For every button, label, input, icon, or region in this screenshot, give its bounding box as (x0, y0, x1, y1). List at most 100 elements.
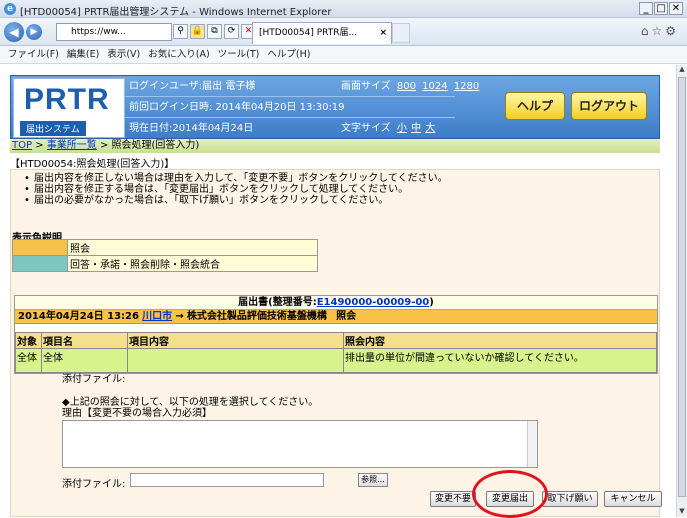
breadcrumb-top[interactable]: TOP (12, 140, 32, 151)
page-scrollbar[interactable]: ▲ ▼ (676, 65, 687, 517)
address-text: https://ww... (71, 27, 126, 37)
minimize-button[interactable]: _ (639, 2, 653, 15)
cell-item: 全体 (41, 348, 128, 373)
response-header-label: 届出書(整理番号: (238, 297, 317, 308)
breadcrumb-office-list[interactable]: 事業所一覧 (47, 140, 97, 151)
menu-help[interactable]: ヘルプ(H) (263, 46, 314, 63)
cell-content (127, 348, 344, 373)
browser-icons: ⌂☆⚙ (641, 24, 679, 38)
col-item: 項目名 (41, 332, 128, 349)
login-user: ログインユーザ:届出 電子様 (129, 81, 256, 92)
home-icon[interactable]: ⌂ (641, 24, 652, 38)
file-label: 添付ファイル: (62, 479, 126, 490)
address-toolbar: ◀ ▶ https://ww... ⚲ 🔒 ⧉ ⟳ ✕ [HTD00054] P… (0, 18, 687, 46)
logo-subtitle: 届出システム (20, 121, 86, 136)
response-header: 届出書(整理番号:E1490000-00009-00) (15, 296, 657, 310)
tab-title: [HTD00054] PRTR届... (259, 28, 358, 38)
menu-edit[interactable]: 編集(E) (63, 46, 103, 63)
breadcrumb-sep: > (96, 140, 112, 151)
current-date: 現在日付:2014年04月24日 (129, 123, 254, 134)
response-header-close: ) (429, 297, 434, 308)
font-size-large[interactable]: 大 (425, 123, 435, 134)
instruction-line: ◆上記の照会に対して、以下の処理を選択してください。 (62, 397, 319, 408)
menu-tools[interactable]: ツール(T) (214, 46, 264, 63)
screen-size-1280[interactable]: 1280 (454, 81, 479, 92)
inquiry-arrow: → (175, 311, 184, 322)
favorites-icon[interactable]: ☆ (651, 24, 665, 38)
logout-button[interactable]: ログアウト (571, 92, 647, 120)
font-size-selector: 文字サイズ 小 中 大 (341, 119, 435, 138)
tab-close-icon[interactable]: × (379, 23, 387, 43)
font-size-label: 文字サイズ (341, 123, 391, 134)
reason-textarea[interactable] (62, 420, 538, 468)
window-titlebar: e [HTD00054] PRTR届出管理システム - Windows Inte… (0, 0, 687, 18)
prtr-logo: PRTR 届出システム (13, 78, 125, 138)
help-button[interactable]: ヘルプ (505, 92, 565, 120)
file-input[interactable] (130, 473, 324, 487)
inquiry-grid: 対象 項目名 項目内容 照会内容 全体 全体 排出量の単位が間違っていないか確認… (15, 332, 657, 373)
search-icon[interactable]: ⚲ (173, 24, 188, 39)
last-login: 前回ログイン日時: 2014年04月20日 13:30:19 (129, 102, 345, 113)
attachment-label: 添付ファイル: (62, 374, 126, 385)
instruction-text: ◆上記の照会に対して、以下の処理を選択してください。 理由【変更不要の場合入力必… (62, 397, 318, 419)
menu-favorites[interactable]: お気に入り(A) (144, 46, 213, 63)
highlight-circle (472, 470, 548, 518)
inquiry-to: 株式会社製品評価技術基盤機構 (186, 311, 327, 322)
ie-logo-icon: e (4, 3, 16, 15)
scroll-thumb[interactable] (678, 77, 686, 497)
serial-number-link[interactable]: E1490000-00009-00 (317, 297, 430, 308)
inquiry-bar: 2014年04月24日 13:26 川口市 → 株式会社製品評価技術基盤機構 照… (15, 310, 657, 324)
color-legend: 照会 回答・承諾・照会削除・照会統合 (12, 239, 318, 272)
col-target: 対象 (15, 332, 42, 349)
browse-button[interactable]: 参照... (358, 473, 388, 487)
notice-item: 届出内容を修正する場合は、「変更届出」ボタンをクリックして処理してください。 (22, 184, 448, 195)
refresh-icon[interactable]: ⟳ (224, 24, 239, 39)
back-icon[interactable]: ◀ (4, 22, 24, 42)
window-controls: _ □ ✕ (639, 2, 683, 15)
legend-swatch-reply (12, 255, 68, 272)
screen-size-selector: 画面サイズ 800 1024 1280 (341, 77, 479, 96)
font-size-small[interactable]: 小 (397, 123, 407, 134)
settings-icon[interactable]: ⚙ (665, 24, 679, 38)
menu-file[interactable]: ファイル(F) (4, 46, 63, 63)
lock-icon[interactable]: 🔒 (190, 24, 205, 39)
compat-icon[interactable]: ⧉ (207, 24, 222, 39)
header-divider (125, 96, 455, 97)
table-row: 全体 全体 排出量の単位が間違っていないか確認してください。 (15, 348, 657, 373)
breadcrumb-current: 照会処理(回答入力) (111, 140, 200, 151)
notice-item: 届出内容を修正しない場合は理由を入力して、「変更不要」ボタンをクリックしてくださ… (22, 173, 448, 184)
header-divider (125, 117, 455, 118)
browser-tab[interactable]: [HTD00054] PRTR届... × (252, 22, 392, 44)
no-change-button[interactable]: 変更不要 (430, 491, 476, 507)
close-window-button[interactable]: ✕ (669, 2, 683, 15)
screen-size-800[interactable]: 800 (397, 81, 416, 92)
textarea-scrollbar[interactable] (527, 421, 537, 467)
maximize-button[interactable]: □ (654, 2, 668, 15)
reason-label: 理由【変更不要の場合入力必須】 (62, 408, 212, 419)
font-size-medium[interactable]: 中 (411, 123, 421, 134)
cancel-button[interactable]: キャンセル (604, 491, 662, 507)
inquiry-type: 照会 (336, 311, 357, 322)
notice-list: 届出内容を修正しない場合は理由を入力して、「変更不要」ボタンをクリックしてくださ… (22, 173, 448, 206)
withdraw-button[interactable]: 取下げ願い (542, 491, 598, 507)
address-actions: ⚲ 🔒 ⧉ ⟳ ✕ (173, 24, 256, 39)
cell-comment: 排出量の単位が間違っていないか確認してください。 (343, 348, 657, 373)
window-title: [HTD00054] PRTR届出管理システム - Windows Intern… (20, 7, 332, 18)
legend-swatch-inquiry (12, 239, 68, 256)
cell-target: 全体 (15, 348, 42, 373)
screen-size-1024[interactable]: 1024 (422, 81, 447, 92)
inquiry-from-link[interactable]: 川口市 (142, 311, 172, 322)
menu-bar: ファイル(F) 編集(E) 表示(V) お気に入り(A) ツール(T) ヘルプ(… (0, 46, 687, 64)
screen-size-label: 画面サイズ (341, 81, 391, 92)
menu-view[interactable]: 表示(V) (103, 46, 144, 63)
col-comment: 照会内容 (343, 332, 657, 349)
scroll-down-icon[interactable]: ▼ (677, 507, 687, 517)
address-input[interactable]: https://ww... (56, 23, 172, 41)
response-table: 届出書(整理番号:E1490000-00009-00) 2014年04月24日 … (14, 295, 658, 374)
legend-label-reply: 回答・承諾・照会削除・照会統合 (67, 255, 318, 272)
col-content: 項目内容 (127, 332, 344, 349)
new-tab-button[interactable] (392, 23, 410, 43)
scroll-up-icon[interactable]: ▲ (677, 65, 687, 75)
legend-label-inquiry: 照会 (67, 239, 318, 256)
forward-icon[interactable]: ▶ (26, 24, 42, 40)
